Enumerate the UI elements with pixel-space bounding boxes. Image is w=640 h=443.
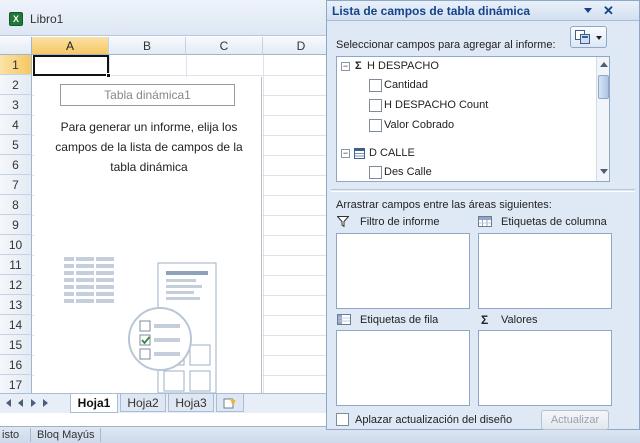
sheet-tab-hoja3[interactable]: Hoja3 xyxy=(168,394,214,412)
insert-sheet-button[interactable] xyxy=(216,394,244,412)
row-header-2[interactable]: 2 xyxy=(0,75,32,95)
drag-fields-label: Arrastrar campos entre las áreas siguien… xyxy=(336,199,552,211)
field-checkbox-valor-cobrado[interactable] xyxy=(369,119,382,132)
row-labels-label: Etiquetas de fila xyxy=(360,314,439,326)
row-header-16[interactable]: 16 xyxy=(0,355,32,375)
excel-workbook-icon: X xyxy=(9,12,23,26)
field-list-scrollbar[interactable] xyxy=(596,57,609,181)
pane-title: Lista de campos de tabla dinámica xyxy=(332,4,531,18)
report-filter-label: Filtro de informe xyxy=(360,216,440,228)
row-header-5[interactable]: 5 xyxy=(0,135,32,155)
pane-header: Lista de campos de tabla dinámica ✕ xyxy=(327,1,639,21)
first-sheet-icon[interactable] xyxy=(6,399,11,407)
row-header-3[interactable]: 3 xyxy=(0,95,32,115)
row-header-15[interactable]: 15 xyxy=(0,335,32,355)
pane-splitter[interactable] xyxy=(331,189,635,192)
pivot-field-list-pane: Lista de campos de tabla dinámica ✕ Sele… xyxy=(326,0,640,430)
column-header-c[interactable]: C xyxy=(186,37,263,55)
worksheet-grid[interactable]: A B C D 1 2 3 4 5 6 7 8 9 10 11 12 13 14… xyxy=(0,37,330,393)
scroll-up-icon[interactable] xyxy=(600,62,608,67)
row-labels-icon xyxy=(337,314,351,325)
column-labels-icon xyxy=(478,216,492,227)
sheet-tab-hoja2[interactable]: Hoja2 xyxy=(120,394,166,412)
chevron-down-icon xyxy=(596,36,602,40)
row-header-13[interactable]: 13 xyxy=(0,295,32,315)
report-filter-drop-area[interactable] xyxy=(336,233,470,309)
column-header-b[interactable]: B xyxy=(109,37,186,55)
prev-sheet-icon[interactable] xyxy=(18,399,23,407)
sigma-icon: Σ xyxy=(355,60,362,72)
row-header-8[interactable]: 8 xyxy=(0,195,32,215)
caps-lock-indicator: Bloq Mayús xyxy=(37,429,95,441)
row-header-11[interactable]: 11 xyxy=(0,255,32,275)
status-divider xyxy=(100,428,101,442)
column-labels-drop-area[interactable] xyxy=(478,233,612,309)
pivot-instructions-line: campos de la lista de campos de la xyxy=(55,140,243,154)
column-header-d[interactable]: D xyxy=(263,37,330,55)
status-divider xyxy=(30,428,31,442)
pivot-instructions-line: Para generar un informe, elija los xyxy=(60,120,238,134)
active-cell-a1[interactable] xyxy=(33,55,109,76)
field-checkbox-h-despacho-count[interactable] xyxy=(369,99,382,112)
pivot-table-placeholder[interactable]: Tabla dinámica1 Para generar un informe,… xyxy=(34,77,262,393)
column-labels-label: Etiquetas de columna xyxy=(501,216,607,228)
field-checkbox-cantidad[interactable] xyxy=(369,79,382,92)
row-header-4[interactable]: 4 xyxy=(0,115,32,135)
row-header-17[interactable]: 17 xyxy=(0,375,32,393)
grid-line xyxy=(263,55,264,393)
fill-handle[interactable] xyxy=(106,73,111,78)
field-list-layout-button[interactable] xyxy=(570,26,607,48)
sheet-tab-hoja1[interactable]: Hoja1 xyxy=(70,394,118,413)
status-mode: isto xyxy=(2,429,20,441)
field-group-d-calle[interactable]: D CALLE xyxy=(369,144,415,162)
workbook-title: Libro1 xyxy=(30,12,64,26)
dimension-table-icon xyxy=(354,148,365,159)
row-header-10[interactable]: 10 xyxy=(0,235,32,255)
field-group-h-despacho[interactable]: H DESPACHO xyxy=(367,57,439,75)
row-labels-drop-area[interactable] xyxy=(336,330,470,406)
collapse-toggle-icon[interactable]: − xyxy=(341,149,350,158)
next-sheet-icon[interactable] xyxy=(31,399,36,407)
defer-update-checkbox[interactable] xyxy=(336,413,349,426)
pane-options-dropdown-icon[interactable] xyxy=(584,8,592,13)
row-header-6[interactable]: 6 xyxy=(0,155,32,175)
field-label-h-despacho-count[interactable]: H DESPACHO Count xyxy=(384,96,488,114)
last-sheet-icon[interactable] xyxy=(43,399,48,407)
layout-icon xyxy=(575,30,590,44)
close-icon[interactable]: ✕ xyxy=(603,3,614,19)
field-label-cantidad[interactable]: Cantidad xyxy=(384,76,428,94)
field-checkbox-des-calle[interactable] xyxy=(369,166,382,179)
scroll-thumb[interactable] xyxy=(598,75,609,99)
update-button[interactable]: Actualizar xyxy=(541,410,609,430)
horizontal-scrollbar[interactable] xyxy=(262,393,330,413)
workbook-window: X Libro1 A B C D 1 2 3 4 5 6 7 8 9 10 11… xyxy=(0,0,330,426)
pivot-table-title: Tabla dinámica1 xyxy=(60,84,235,106)
select-all-corner[interactable] xyxy=(0,37,32,55)
field-label-valor-cobrado[interactable]: Valor Cobrado xyxy=(384,116,454,134)
sheet-tab-bar: Hoja1 Hoja2 Hoja3 xyxy=(0,393,262,413)
field-label-des-calle[interactable]: Des Calle xyxy=(384,163,432,181)
pivot-instructions: Para generar un informe, elija los campo… xyxy=(40,117,258,177)
excel-window: X Libro1 A B C D 1 2 3 4 5 6 7 8 9 10 11… xyxy=(0,0,640,443)
row-header-14[interactable]: 14 xyxy=(0,315,32,335)
row-header-9[interactable]: 9 xyxy=(0,215,32,235)
values-drop-area[interactable] xyxy=(478,330,612,406)
field-list[interactable]: − Σ H DESPACHO Cantidad H DESPACHO Count… xyxy=(336,56,610,182)
insert-sheet-icon xyxy=(223,398,236,409)
filter-icon xyxy=(337,216,349,227)
collapse-toggle-icon[interactable]: − xyxy=(341,62,350,71)
scroll-down-icon[interactable] xyxy=(600,169,608,174)
choose-fields-label: Seleccionar campos para agregar al infor… xyxy=(336,39,556,51)
row-header-7[interactable]: 7 xyxy=(0,175,32,195)
values-label: Valores xyxy=(501,314,538,326)
defer-update-label[interactable]: Aplazar actualización del diseño xyxy=(355,414,512,426)
sigma-icon: Σ xyxy=(481,313,489,327)
pivot-illustration-icon xyxy=(64,257,217,393)
column-header-a[interactable]: A xyxy=(32,37,109,55)
row-header-1[interactable]: 1 xyxy=(0,55,32,75)
pivot-instructions-line: tabla dinámica xyxy=(110,160,188,174)
row-header-12[interactable]: 12 xyxy=(0,275,32,295)
workbook-title-bar: X Libro1 xyxy=(0,0,330,36)
